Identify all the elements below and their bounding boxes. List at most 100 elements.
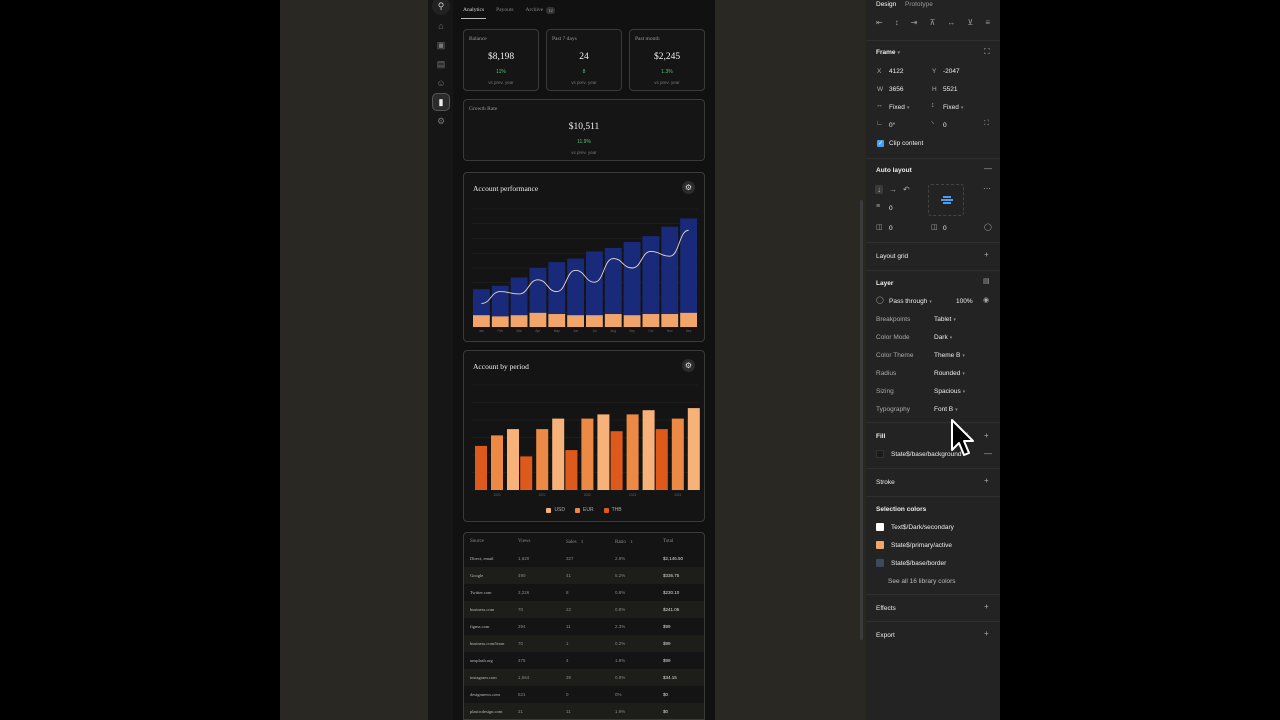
direction-vertical-icon[interactable]: ↓ (875, 185, 883, 194)
table-row[interactable]: instagram.com 1,564 39 0.8% $34.15 (464, 669, 704, 686)
corner-radius-input[interactable]: 0 (943, 122, 947, 129)
color-style-name[interactable]: Text$/Dark/secondary (891, 524, 954, 531)
clip-content-checkbox[interactable]: ✓ (877, 140, 884, 147)
table-row[interactable]: Google 490 41 5.2% $336.75 (464, 567, 704, 584)
layer-prop-select[interactable]: Rounded ▾ (934, 370, 965, 377)
direction-horizontal-icon[interactable]: → (889, 185, 897, 194)
tick-label: Mar (516, 329, 522, 333)
table-row[interactable]: business.com/learn 70 1 0.2% $99 (464, 635, 704, 652)
table-row[interactable]: figma.com 294 11 2.3% $99 (464, 618, 704, 635)
remove-fill-icon[interactable]: — (984, 449, 992, 458)
remove-auto-layout-icon[interactable]: — (984, 164, 992, 173)
legend-item-usd[interactable]: USD (546, 507, 565, 513)
table-row[interactable]: plasticdesign.com 21 11 1.9% $0 (464, 703, 704, 719)
canvas-scrollbar[interactable] (860, 200, 863, 640)
gap-input[interactable]: 0 (889, 205, 893, 212)
cell-total: $241.05 (663, 607, 680, 612)
see-all-colors-link[interactable]: See all 16 library colors (888, 578, 956, 585)
analytics-frame[interactable]: Analytics Payouts Archive 12 Balance $8,1… (453, 0, 715, 720)
wrap-icon[interactable]: ↶ (903, 185, 910, 194)
column-header-sales[interactable]: Sales ⇕ (566, 539, 584, 545)
home-icon[interactable]: ⌂ (432, 17, 450, 35)
settings-icon[interactable]: ⚙ (432, 112, 450, 130)
align-top-icon[interactable]: ⊼ (930, 18, 936, 27)
search-icon[interactable]: ⚲ (432, 0, 450, 15)
eye-icon[interactable]: ◉ (983, 296, 989, 304)
tab-archive[interactable]: Archive 12 (520, 0, 561, 20)
layer-prop-select[interactable]: Tablet ▾ (934, 316, 956, 323)
color-swatch[interactable] (876, 541, 884, 549)
layer-title: Layer (876, 280, 894, 287)
column-header-source[interactable]: Source (470, 539, 484, 544)
add-fill-icon[interactable]: + (984, 431, 989, 440)
height-mode-select[interactable]: Fixed ▾ (943, 104, 963, 111)
design-canvas[interactable]: ⚲ ⌂ ▣ ▤ ☺ ▮ ⚙ Analytics Payouts Archive 1… (280, 0, 866, 720)
fill-swatch[interactable] (876, 450, 884, 458)
y-input[interactable]: -2047 (943, 68, 960, 75)
resize-to-fit-icon[interactable]: ⛶ (984, 47, 990, 57)
gear-icon[interactable]: ⚙ (682, 359, 695, 372)
bar-thb (610, 431, 623, 490)
gear-icon[interactable]: ⚙ (682, 181, 695, 194)
bar-usd (552, 418, 565, 490)
users-icon[interactable]: ☺ (432, 74, 450, 92)
legend-item-eur[interactable]: EUR (575, 507, 594, 513)
column-header-views[interactable]: Views (518, 539, 530, 544)
legend-item-thb[interactable]: THB (603, 507, 622, 513)
tab-design[interactable]: Design (876, 1, 896, 8)
x-input[interactable]: 4122 (889, 68, 903, 75)
align-left-icon[interactable]: ⇤ (876, 18, 883, 27)
layer-prop-select[interactable]: Theme B ▾ (934, 352, 965, 359)
add-effect-icon[interactable]: + (984, 602, 989, 611)
cards-icon[interactable]: ▣ (432, 36, 450, 54)
analytics-icon[interactable]: ▮ (432, 93, 450, 111)
table-row[interactable]: Twitter.com 2,226 8 0.8% $230.10 (464, 584, 704, 601)
variable-mode-icon[interactable]: ▤ (983, 277, 990, 285)
align-bottom-icon[interactable]: ⊻ (967, 18, 973, 27)
independent-corners-icon[interactable]: ⛶ (984, 120, 989, 128)
layer-prop-select[interactable]: Spacious ▾ (934, 388, 965, 395)
table-row[interactable]: business.com 70 22 0.8% $241.05 (464, 601, 704, 618)
alignment-grid[interactable] (928, 184, 964, 216)
align-center-v-icon[interactable]: ↔ (947, 18, 955, 27)
h-input[interactable]: 5521 (943, 86, 957, 93)
sort-icon[interactable]: ⇕ (630, 539, 633, 544)
padding-vertical-input[interactable]: 0 (943, 225, 947, 232)
color-swatch[interactable] (876, 559, 884, 567)
tab-analytics[interactable]: Analytics (457, 0, 490, 20)
blend-mode-select[interactable]: Pass through ▾ (889, 298, 932, 305)
bar-eur (626, 414, 639, 490)
tab-payouts[interactable]: Payouts (490, 0, 519, 20)
color-style-name[interactable]: State$/primary/active (891, 542, 952, 549)
cell-ratio: 0.2% (615, 641, 626, 646)
tick-label: 2023 (629, 493, 636, 497)
tab-prototype[interactable]: Prototype (905, 1, 933, 8)
frame-title[interactable]: Frame ▾ (876, 49, 900, 56)
width-mode-select[interactable]: Fixed ▾ (889, 104, 909, 111)
align-center-h-icon[interactable]: ↕ (895, 18, 899, 27)
distribute-icon[interactable]: ≡ (985, 18, 990, 27)
w-input[interactable]: 3656 (889, 86, 903, 93)
more-options-icon[interactable]: ⋯ (983, 184, 991, 193)
color-swatch[interactable] (876, 523, 884, 531)
column-header-ratio[interactable]: Ratio ⇕ (615, 539, 633, 545)
opacity-input[interactable]: 100% (956, 298, 973, 305)
layer-prop-select[interactable]: Font B ▾ (934, 406, 958, 413)
table-row[interactable]: designnews.com 521 0 0% $0 (464, 686, 704, 703)
color-style-name[interactable]: State$/base/border (891, 560, 946, 567)
column-header-total[interactable]: Total (663, 539, 673, 544)
align-right-icon[interactable]: ⇥ (911, 18, 918, 27)
layer-prop-select[interactable]: Dark ▾ (934, 334, 952, 341)
bar-usd (597, 414, 610, 490)
add-layout-grid-icon[interactable]: + (984, 250, 989, 259)
inbox-icon[interactable]: ▤ (432, 55, 450, 73)
table-row[interactable]: Direct, email 1,620 327 2.8% $2,146.50 (464, 550, 704, 567)
sort-icon[interactable]: ⇕ (581, 539, 584, 544)
table-row[interactable]: unsplash.org 475 4 1.8% $99 (464, 652, 704, 669)
rotation-icon: ∟ (876, 120, 883, 127)
padding-horizontal-input[interactable]: 0 (889, 225, 893, 232)
rotation-input[interactable]: 0° (889, 122, 895, 129)
add-export-icon[interactable]: + (984, 629, 989, 638)
add-stroke-icon[interactable]: + (984, 476, 989, 485)
padding-individual-icon[interactable]: ◯ (984, 223, 992, 231)
